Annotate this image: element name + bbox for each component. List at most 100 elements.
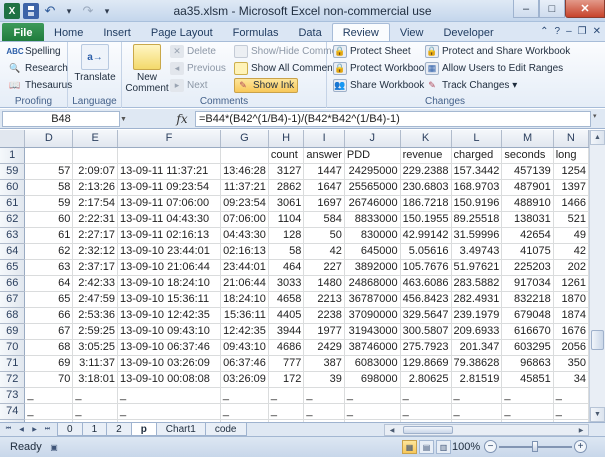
insert-function-button[interactable]: fx xyxy=(170,111,194,127)
cell-i[interactable]: 2429 xyxy=(303,339,345,356)
cell-l[interactable]: 79.38628 xyxy=(451,355,503,372)
cell-l[interactable]: _ xyxy=(451,387,503,404)
cell-g[interactable]: 02:16:13 xyxy=(220,243,269,260)
cell-n[interactable]: 1466 xyxy=(553,195,589,212)
cell-e[interactable]: 2:22:31 xyxy=(72,211,118,228)
cell-e[interactable] xyxy=(72,147,118,164)
cell-e[interactable]: 3:18:01 xyxy=(72,371,118,388)
cell-d[interactable]: 68 xyxy=(24,339,74,356)
workbook-minimize-icon[interactable]: – xyxy=(566,26,572,37)
row-header[interactable]: 74 xyxy=(0,403,26,420)
workbook-restore-icon[interactable]: ❐ xyxy=(578,26,587,37)
cell-h[interactable]: 128 xyxy=(268,227,305,244)
sheet-tab-1[interactable]: 1 xyxy=(81,423,108,436)
tab-page-layout[interactable]: Page Layout xyxy=(141,23,223,42)
cell-j[interactable]: 6083000 xyxy=(344,355,401,372)
prev-sheet-icon[interactable]: ◀ xyxy=(16,424,27,435)
thesaurus-button[interactable]: 📖 Thesaurus xyxy=(8,79,72,92)
cell-f[interactable]: 13-09-10 12:42:35 xyxy=(117,307,221,324)
row-header[interactable]: 68 xyxy=(0,307,26,324)
cell-m[interactable]: 138031 xyxy=(501,211,554,228)
row-header[interactable]: 1 xyxy=(0,147,26,164)
cell-j[interactable]: 645000 xyxy=(344,243,401,260)
zoom-slider-thumb[interactable] xyxy=(532,441,538,452)
cell-n[interactable]: 350 xyxy=(553,355,589,372)
translate-button[interactable]: a→ Translate xyxy=(74,44,116,83)
cell-f[interactable]: _ xyxy=(117,403,221,420)
cell-e[interactable]: 3:05:25 xyxy=(72,339,118,356)
vertical-scrollbar[interactable]: ▲ ▼ xyxy=(589,130,605,422)
cell-f[interactable]: 13-09-10 15:36:11 xyxy=(117,291,221,308)
cell-k[interactable]: 463.6086 xyxy=(400,275,452,292)
cell-e[interactable]: 2:32:12 xyxy=(72,243,118,260)
column-header-l[interactable]: L xyxy=(451,130,503,148)
cell-k[interactable]: 230.6803 xyxy=(400,179,452,196)
cell-f[interactable]: 13-09-10 06:37:46 xyxy=(117,339,221,356)
cell-j[interactable]: 26746000 xyxy=(344,195,401,212)
cell-f[interactable]: 13-09-11 07:06:00 xyxy=(117,195,221,212)
cell-d[interactable]: 64 xyxy=(24,275,74,292)
cell-h[interactable]: count xyxy=(268,147,305,164)
cell-l[interactable]: 150.9196 xyxy=(451,195,503,212)
last-sheet-icon[interactable]: ⏭ xyxy=(42,424,53,435)
allow-users-edit-ranges-button[interactable]: ▦ Allow Users to Edit Ranges xyxy=(425,62,563,75)
expand-formula-bar-icon[interactable]: ▾ xyxy=(593,112,603,126)
cell-g[interactable]: 09:43:10 xyxy=(220,339,269,356)
cell-k[interactable]: 275.7923 xyxy=(400,339,452,356)
cell-g[interactable]: 21:06:44 xyxy=(220,275,269,292)
cell-f[interactable]: _ xyxy=(117,387,221,404)
cell-h[interactable]: 58 xyxy=(268,243,305,260)
cell-l[interactable]: _ xyxy=(451,403,503,420)
row-header[interactable]: 69 xyxy=(0,323,26,340)
cell-l[interactable]: 201.347 xyxy=(451,339,503,356)
tab-data[interactable]: Data xyxy=(288,23,331,42)
cell-n[interactable]: 1874 xyxy=(553,307,589,324)
cell-d[interactable]: _ xyxy=(24,403,74,420)
cell-g[interactable]: _ xyxy=(220,387,269,404)
horizontal-scrollbar[interactable]: ◀ ▶ xyxy=(384,424,589,436)
cell-j[interactable]: 24295000 xyxy=(344,163,401,180)
cell-i[interactable]: 584 xyxy=(303,211,345,228)
row-header[interactable]: 60 xyxy=(0,179,26,196)
show-all-comments-button[interactable]: Show All Comments xyxy=(234,62,340,75)
cell-k[interactable]: 42.99142 xyxy=(400,227,452,244)
cell-g[interactable]: _ xyxy=(220,403,269,420)
cell-h[interactable]: 2862 xyxy=(268,179,305,196)
cell-i[interactable]: 1447 xyxy=(303,163,345,180)
row-header[interactable]: 63 xyxy=(0,227,26,244)
cell-f[interactable]: 13-09-10 00:08:08 xyxy=(117,371,221,388)
protect-workbook-button[interactable]: 🔒 Protect Workbook xyxy=(333,62,429,75)
cell-m[interactable]: 616670 xyxy=(501,323,554,340)
scroll-up-icon[interactable]: ▲ xyxy=(590,130,605,145)
cell-d[interactable]: 57 xyxy=(24,163,74,180)
track-changes-button[interactable]: ✎ Track Changes ▾ xyxy=(425,79,517,92)
cell-k[interactable]: 229.2388 xyxy=(400,163,452,180)
cell-e[interactable]: _ xyxy=(72,387,118,404)
cell-k[interactable]: 186.7218 xyxy=(400,195,452,212)
cell-i[interactable]: 39 xyxy=(303,371,345,388)
worksheet-grid[interactable]: DEFGHIJKLMN 1 count answer PDD revenue charge… xyxy=(0,130,589,422)
cell-e[interactable]: 2:42:33 xyxy=(72,275,118,292)
cell-l[interactable]: 282.4931 xyxy=(451,291,503,308)
next-comment-button[interactable]: ▸ Next xyxy=(170,79,208,92)
cell-l[interactable]: 168.9703 xyxy=(451,179,503,196)
cell-j[interactable]: 698000 xyxy=(344,371,401,388)
formula-input[interactable]: =B44*(B42^(1/B4)-1)/(B42*B42^(1/B4)-1) xyxy=(195,111,591,127)
sheet-tab-chart1[interactable]: Chart1 xyxy=(155,423,206,436)
cell-d[interactable]: _ xyxy=(24,387,74,404)
cell-l[interactable]: 3.49743 xyxy=(451,243,503,260)
cell-e[interactable]: 2:13:26 xyxy=(72,179,118,196)
sheet-tab-code[interactable]: code xyxy=(204,423,247,436)
workbook-close-icon[interactable]: ✕ xyxy=(593,26,601,37)
research-button[interactable]: 🔍 Research xyxy=(8,62,67,75)
cell-f[interactable]: 13-09-10 09:43:10 xyxy=(117,323,221,340)
cell-f[interactable]: 13-09-10 03:26:09 xyxy=(117,355,221,372)
cell-d[interactable]: 69 xyxy=(24,355,74,372)
cell-g[interactable]: 23:44:01 xyxy=(220,259,269,276)
zoom-in-icon[interactable]: + xyxy=(574,440,587,453)
vertical-scroll-thumb[interactable] xyxy=(591,330,604,350)
name-box[interactable]: B48 xyxy=(2,111,120,127)
cell-i[interactable]: 42 xyxy=(303,243,345,260)
cell-d[interactable]: 70 xyxy=(24,371,74,388)
zoom-out-icon[interactable]: − xyxy=(484,440,497,453)
